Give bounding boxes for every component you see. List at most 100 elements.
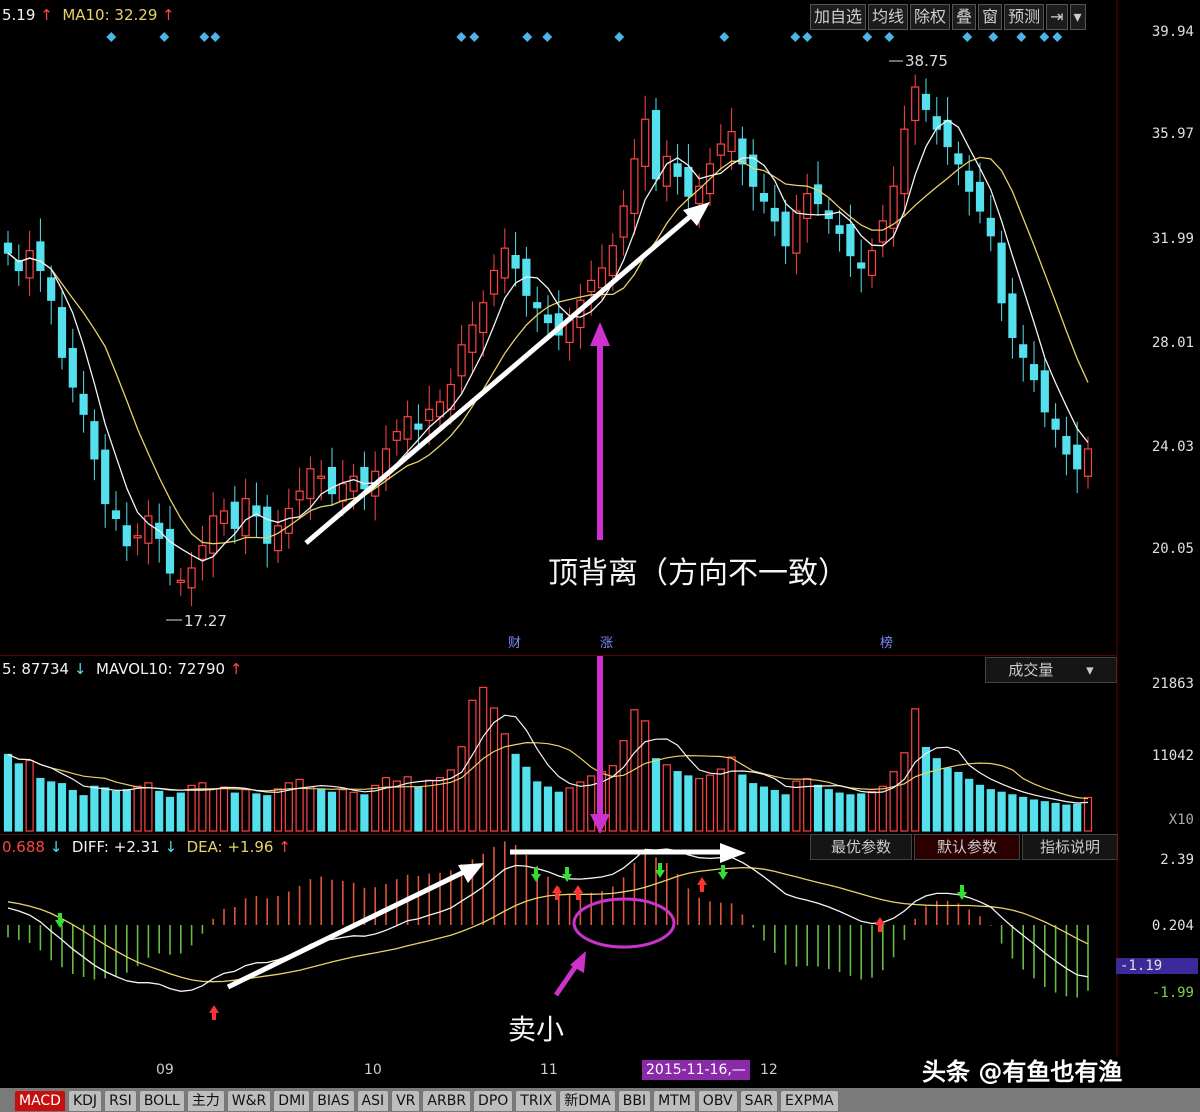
candle-body	[36, 241, 45, 272]
tab-expma[interactable]: EXPMA	[780, 1090, 839, 1112]
event-mark[interactable]: 榜	[880, 632, 893, 651]
volume-bar	[695, 777, 704, 832]
macd-tick: -1.19	[1116, 958, 1198, 974]
volume-bar	[14, 763, 23, 832]
candle-body	[111, 510, 121, 519]
volume-bar	[47, 781, 56, 832]
ma5-line	[7, 119, 1089, 562]
tab-mtm[interactable]: MTM	[653, 1090, 696, 1112]
candle-body	[165, 528, 175, 574]
arrow-head-icon	[683, 202, 710, 226]
info-diamond-icon	[1052, 32, 1063, 42]
candle-body	[943, 119, 952, 148]
tab-vr[interactable]: VR	[391, 1090, 421, 1112]
high-price-label: 38.75	[905, 52, 948, 70]
sell-signal-icon	[718, 865, 728, 880]
tab-boll[interactable]: BOLL	[138, 1090, 185, 1112]
volume-bar	[111, 790, 121, 832]
candle-body	[587, 279, 596, 293]
volume-bar	[662, 764, 671, 832]
volume-bar	[565, 787, 574, 832]
volume-bar	[1073, 803, 1082, 832]
volume-bar	[122, 789, 131, 832]
volume-bar	[327, 791, 337, 832]
candle-body	[273, 525, 283, 552]
tab-dpo[interactable]: DPO	[473, 1090, 514, 1112]
candle-body	[1029, 364, 1039, 381]
tab-w-r[interactable]: W&R	[226, 1090, 272, 1112]
volume-bar	[943, 767, 952, 832]
volume-bar	[1051, 802, 1060, 832]
info-diamond-icon	[210, 32, 221, 42]
tab-sar[interactable]: SAR	[739, 1090, 779, 1112]
tab-obv[interactable]: OBV	[697, 1090, 738, 1112]
info-diamond-icon	[614, 32, 625, 42]
tab-kdj[interactable]: KDJ	[67, 1090, 103, 1112]
tab-bbi[interactable]: BBI	[617, 1090, 652, 1112]
low-price-label: 17.27	[184, 612, 227, 630]
info-diamond-icon	[469, 32, 480, 42]
volume-bar	[759, 786, 769, 832]
event-mark[interactable]: 财	[508, 632, 521, 651]
volume-bar	[165, 796, 175, 832]
candle-body	[857, 262, 866, 269]
info-diamond-icon	[1039, 32, 1050, 42]
candle-body	[360, 466, 369, 490]
volume-bar	[68, 789, 77, 832]
candle-body	[1083, 448, 1093, 477]
buy-signal-icon	[209, 1005, 219, 1020]
volume-bar	[554, 791, 563, 832]
volume-bar	[813, 784, 823, 832]
candle-body	[101, 449, 110, 505]
tab-macd[interactable]: MACD	[14, 1090, 66, 1112]
info-diamond-icon	[542, 32, 553, 42]
candle-body	[1073, 444, 1082, 470]
macd-rising-arrow	[226, 868, 468, 990]
tab-4[interactable]: 主力	[186, 1090, 225, 1112]
volume-bar	[684, 775, 693, 832]
volume-bar	[230, 792, 239, 832]
macd-chart	[7, 835, 1118, 1057]
tab-rsi[interactable]: RSI	[104, 1090, 137, 1112]
volume-bar	[349, 791, 358, 832]
sell-signal-icon	[55, 913, 65, 928]
event-mark[interactable]: 涨	[600, 632, 613, 651]
candle-body	[349, 475, 358, 492]
volume-bar	[673, 771, 682, 832]
volume-bar	[835, 792, 844, 832]
tab-dmi[interactable]: DMI	[273, 1090, 311, 1112]
candle-body	[781, 211, 790, 247]
candle-body	[25, 250, 34, 279]
tab-arbr[interactable]: ARBR	[422, 1090, 472, 1112]
volume-bar	[241, 789, 250, 832]
candle-body	[457, 344, 466, 377]
candle-body	[284, 507, 293, 534]
x-axis-label: 10	[364, 1062, 382, 1078]
volume-bar	[857, 793, 866, 832]
candle-body	[673, 163, 682, 177]
candle-body	[770, 207, 779, 222]
candle-body	[867, 250, 877, 277]
tab-bias[interactable]: BIAS	[312, 1090, 355, 1112]
candle-body	[543, 314, 553, 324]
tab-asi[interactable]: ASI	[356, 1090, 390, 1112]
candle-body	[435, 401, 445, 418]
ma10-line	[7, 156, 1089, 545]
candle-body	[792, 210, 801, 254]
indicator-tabs: MACD KDJ RSI BOLL 主力 W&R DMI BIAS ASI VR ARBR DPO TR…	[14, 1090, 839, 1112]
info-diamond-icon	[159, 32, 170, 42]
candle-body	[479, 302, 488, 334]
volume-bar	[381, 777, 391, 832]
volume-bar	[414, 786, 423, 832]
tab-trix[interactable]: TRIX	[515, 1090, 558, 1112]
info-diamond-icon	[884, 32, 895, 42]
info-diamond-icon	[962, 32, 973, 42]
volume-bar	[252, 793, 261, 832]
candle-body	[900, 128, 909, 195]
candle-body	[219, 510, 229, 524]
candle-body	[241, 497, 250, 537]
tab-dma[interactable]: 新DMA	[559, 1090, 616, 1112]
volume-bar	[954, 771, 963, 832]
volume-bar	[25, 759, 34, 832]
volume-bar	[867, 790, 877, 832]
